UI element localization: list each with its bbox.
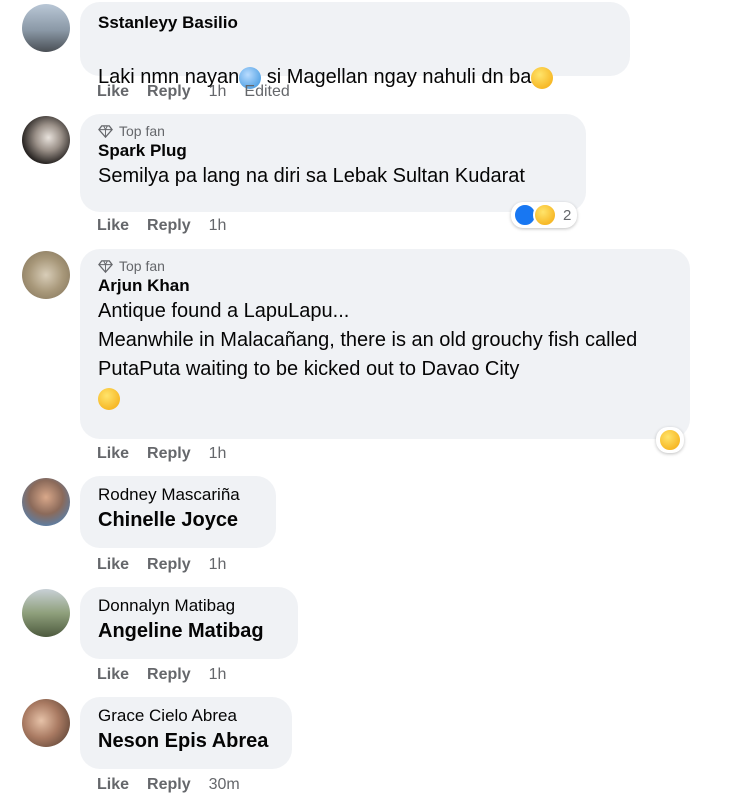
comment-author[interactable]: Arjun Khan bbox=[98, 275, 672, 297]
avatar[interactable] bbox=[22, 699, 70, 747]
tagged-name[interactable]: Chinelle Joyce bbox=[98, 506, 258, 534]
reaction-count: 2 bbox=[563, 206, 572, 224]
tagged-name[interactable]: Neson Epis Abrea bbox=[98, 727, 274, 755]
comment-author[interactable]: Sstanleyy Basilio bbox=[98, 12, 612, 34]
avatar[interactable] bbox=[22, 478, 70, 526]
comment-text: Antique found a LapuLapu... Meanwhile in… bbox=[98, 300, 638, 380]
comment-bubble: Donnalyn Matibag Angeline Matibag bbox=[80, 587, 298, 659]
diamond-icon bbox=[98, 259, 113, 273]
haha-icon bbox=[533, 203, 557, 227]
comment-author[interactable]: Spark Plug bbox=[98, 140, 568, 162]
comment-actions: Like Reply 1h bbox=[97, 556, 244, 574]
like-button[interactable]: Like bbox=[97, 217, 129, 235]
like-button[interactable]: Like bbox=[97, 445, 129, 463]
comment-bubble: Sstanleyy Basilio Laki nmn nayan si Mage… bbox=[80, 2, 630, 89]
diamond-icon bbox=[98, 124, 113, 138]
reaction-summary[interactable] bbox=[656, 427, 684, 453]
comment-time[interactable]: 1h bbox=[209, 445, 227, 463]
comment-actions: Like Reply 1h bbox=[97, 666, 244, 684]
reply-button[interactable]: Reply bbox=[147, 445, 191, 463]
comment-bubble: Grace Cielo Abrea Neson Epis Abrea bbox=[80, 697, 292, 769]
reaction-summary[interactable]: 2 bbox=[511, 202, 578, 228]
avatar[interactable] bbox=[22, 589, 70, 637]
avatar[interactable] bbox=[22, 251, 70, 299]
reply-button[interactable]: Reply bbox=[147, 666, 191, 684]
comment-author[interactable]: Donnalyn Matibag bbox=[98, 595, 280, 617]
like-button[interactable]: Like bbox=[97, 666, 129, 684]
comment-time[interactable]: 1h bbox=[209, 556, 227, 574]
comment-time[interactable]: 1h bbox=[209, 83, 227, 101]
reply-button[interactable]: Reply bbox=[147, 776, 191, 794]
comment-bubble: Rodney Mascariña Chinelle Joyce bbox=[80, 476, 276, 548]
comment-bubble: Top fan Arjun Khan Antique found a LapuL… bbox=[80, 249, 690, 439]
like-button[interactable]: Like bbox=[97, 83, 129, 101]
avatar[interactable] bbox=[22, 116, 70, 164]
shocked-emoji-icon bbox=[531, 66, 554, 89]
top-fan-badge: Top fan bbox=[98, 122, 568, 140]
tongue-emoji-icon bbox=[98, 388, 120, 410]
comment-time[interactable]: 1h bbox=[209, 666, 227, 684]
haha-icon bbox=[658, 428, 682, 452]
like-button[interactable]: Like bbox=[97, 556, 129, 574]
comment-text: Semilya pa lang na diri sa Lebak Sultan … bbox=[98, 165, 525, 187]
comment-time[interactable]: 1h bbox=[209, 217, 227, 235]
comment-author[interactable]: Grace Cielo Abrea bbox=[98, 705, 274, 727]
comment-actions: Like Reply 1h bbox=[97, 217, 244, 235]
tagged-name[interactable]: Angeline Matibag bbox=[98, 617, 280, 645]
comment-actions: Like Reply 1h Edited bbox=[97, 83, 308, 101]
top-fan-badge: Top fan bbox=[98, 257, 672, 275]
comment-time[interactable]: 30m bbox=[209, 776, 240, 794]
reply-button[interactable]: Reply bbox=[147, 83, 191, 101]
like-button[interactable]: Like bbox=[97, 776, 129, 794]
comment-actions: Like Reply 1h bbox=[97, 445, 244, 463]
comment-bubble: Top fan Spark Plug Semilya pa lang na di… bbox=[80, 114, 586, 212]
comment-author[interactable]: Rodney Mascariña bbox=[98, 484, 258, 506]
edited-label: Edited bbox=[244, 83, 290, 100]
reply-button[interactable]: Reply bbox=[147, 217, 191, 235]
avatar[interactable] bbox=[22, 4, 70, 52]
comment-actions: Like Reply 30m bbox=[97, 776, 258, 794]
reply-button[interactable]: Reply bbox=[147, 556, 191, 574]
